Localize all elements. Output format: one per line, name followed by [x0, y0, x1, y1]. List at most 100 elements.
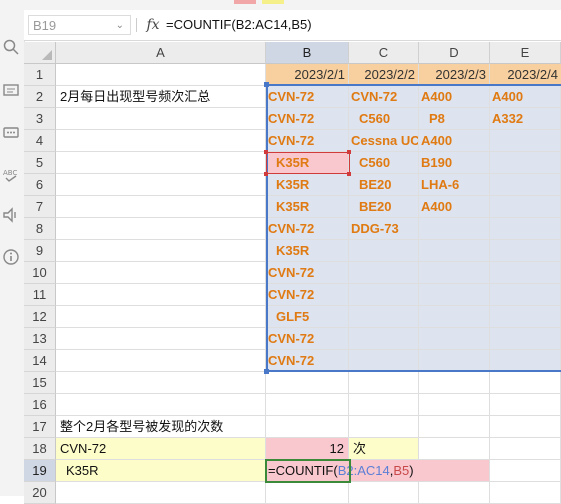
- reference-handle-2[interactable]: [347, 150, 351, 154]
- row-header-2[interactable]: 2: [24, 86, 56, 108]
- cell-e19[interactable]: [490, 460, 561, 482]
- cell-b16[interactable]: [266, 394, 349, 416]
- name-box[interactable]: B19 ⌄: [28, 15, 131, 35]
- cell-a3[interactable]: [56, 108, 266, 130]
- cell-d15[interactable]: [419, 372, 490, 394]
- cell-a20[interactable]: [56, 482, 266, 504]
- date-header-c[interactable]: 2023/2/2: [349, 64, 419, 86]
- date-header-b[interactable]: 2023/2/1: [266, 64, 349, 86]
- cell-a16[interactable]: [56, 394, 266, 416]
- cell-d17[interactable]: [419, 416, 490, 438]
- cell-a6[interactable]: [56, 174, 266, 196]
- search-icon[interactable]: [2, 38, 20, 56]
- count-section-title[interactable]: 整个2月各型号被发现的次数: [56, 416, 266, 438]
- data-cell-c9[interactable]: [349, 240, 419, 262]
- data-cell-e5[interactable]: [490, 152, 561, 174]
- data-cell-c10[interactable]: [349, 262, 419, 284]
- cell-a5[interactable]: [56, 152, 266, 174]
- row-header-18[interactable]: 18: [24, 438, 56, 460]
- data-cell-b12[interactable]: GLF5: [266, 306, 349, 328]
- data-cell-e7[interactable]: [490, 196, 561, 218]
- range-handle-top-left[interactable]: [264, 82, 269, 87]
- cell-d16[interactable]: [419, 394, 490, 416]
- data-cell-e9[interactable]: [490, 240, 561, 262]
- cell-d18[interactable]: [419, 438, 490, 460]
- data-cell-b13[interactable]: CVN-72: [266, 328, 349, 350]
- data-cell-e13[interactable]: [490, 328, 561, 350]
- data-cell-b8[interactable]: CVN-72: [266, 218, 349, 240]
- data-cell-b3[interactable]: CVN-72: [266, 108, 349, 130]
- row-header-19[interactable]: 19: [24, 460, 56, 482]
- row-header-1[interactable]: 1: [24, 64, 56, 86]
- data-cell-c13[interactable]: [349, 328, 419, 350]
- summary-title-cell[interactable]: 2月每日出现型号频次汇总: [56, 86, 266, 108]
- data-cell-d2[interactable]: A400: [419, 86, 490, 108]
- data-cell-b7[interactable]: K35R: [266, 196, 349, 218]
- data-cell-d10[interactable]: [419, 262, 490, 284]
- column-header-a[interactable]: A: [56, 42, 266, 64]
- cell-a9[interactable]: [56, 240, 266, 262]
- spellcheck-icon[interactable]: ABC: [2, 166, 20, 184]
- row-header-10[interactable]: 10: [24, 262, 56, 284]
- cell-a12[interactable]: [56, 306, 266, 328]
- cell-e18[interactable]: [490, 438, 561, 460]
- data-cell-d13[interactable]: [419, 328, 490, 350]
- data-cell-e3[interactable]: A332: [490, 108, 561, 130]
- cell-c15[interactable]: [349, 372, 419, 394]
- color-swatch-yellow[interactable]: [262, 0, 284, 4]
- cell-a4[interactable]: [56, 130, 266, 152]
- chat-icon[interactable]: [2, 124, 20, 142]
- formula-input[interactable]: =COUNTIF(B2:AC14,B5): [166, 15, 312, 35]
- data-cell-d7[interactable]: A400: [419, 196, 490, 218]
- cell-b20[interactable]: [266, 482, 349, 504]
- unit-cell-c18[interactable]: 次: [349, 438, 419, 460]
- date-header-d[interactable]: 2023/2/3: [419, 64, 490, 86]
- data-cell-d6[interactable]: LHA-6: [419, 174, 490, 196]
- row-header-9[interactable]: 9: [24, 240, 56, 262]
- data-cell-d5[interactable]: B190: [419, 152, 490, 174]
- row-header-16[interactable]: 16: [24, 394, 56, 416]
- date-header-e[interactable]: 2023/2/4: [490, 64, 561, 86]
- row-header-8[interactable]: 8: [24, 218, 56, 240]
- data-cell-e11[interactable]: [490, 284, 561, 306]
- cell-c16[interactable]: [349, 394, 419, 416]
- cell-a13[interactable]: [56, 328, 266, 350]
- row-header-5[interactable]: 5: [24, 152, 56, 174]
- model-cell-a18[interactable]: CVN-72: [56, 438, 266, 460]
- data-cell-d9[interactable]: [419, 240, 490, 262]
- data-cell-c8[interactable]: DDG-73: [349, 218, 419, 240]
- count-cell-b18[interactable]: 12: [266, 438, 349, 460]
- reference-handle-3[interactable]: [264, 172, 268, 176]
- row-header-12[interactable]: 12: [24, 306, 56, 328]
- data-cell-c11[interactable]: [349, 284, 419, 306]
- row-header-6[interactable]: 6: [24, 174, 56, 196]
- cell-a1[interactable]: [56, 64, 266, 86]
- info-icon[interactable]: [2, 248, 20, 266]
- data-cell-e4[interactable]: [490, 130, 561, 152]
- cell-a7[interactable]: [56, 196, 266, 218]
- reference-handle-1[interactable]: [264, 150, 268, 154]
- column-header-d[interactable]: D: [419, 42, 490, 64]
- data-cell-b4[interactable]: CVN-72: [266, 130, 349, 152]
- cell-a8[interactable]: [56, 218, 266, 240]
- cell-d20[interactable]: [419, 482, 490, 504]
- data-cell-d8[interactable]: [419, 218, 490, 240]
- data-cell-c12[interactable]: [349, 306, 419, 328]
- chevron-down-icon[interactable]: ⌄: [116, 16, 124, 36]
- model-cell-a19[interactable]: K35R: [56, 460, 266, 482]
- data-cell-d4[interactable]: A400: [419, 130, 490, 152]
- data-cell-b11[interactable]: CVN-72: [266, 284, 349, 306]
- data-cell-e2[interactable]: A400: [490, 86, 561, 108]
- data-cell-c2[interactable]: CVN-72: [349, 86, 419, 108]
- cell-b15[interactable]: [266, 372, 349, 394]
- fx-button[interactable]: fx: [142, 15, 164, 35]
- color-swatch-red[interactable]: [234, 0, 256, 4]
- data-cell-c5[interactable]: C560: [349, 152, 419, 174]
- data-cell-b6[interactable]: K35R: [266, 174, 349, 196]
- range-handle-bottom-left[interactable]: [264, 369, 269, 374]
- data-cell-c14[interactable]: [349, 350, 419, 372]
- reference-handle-4[interactable]: [347, 172, 351, 176]
- cell-a14[interactable]: [56, 350, 266, 372]
- row-header-4[interactable]: 4: [24, 130, 56, 152]
- data-cell-c4[interactable]: Cessna UC: [349, 130, 419, 152]
